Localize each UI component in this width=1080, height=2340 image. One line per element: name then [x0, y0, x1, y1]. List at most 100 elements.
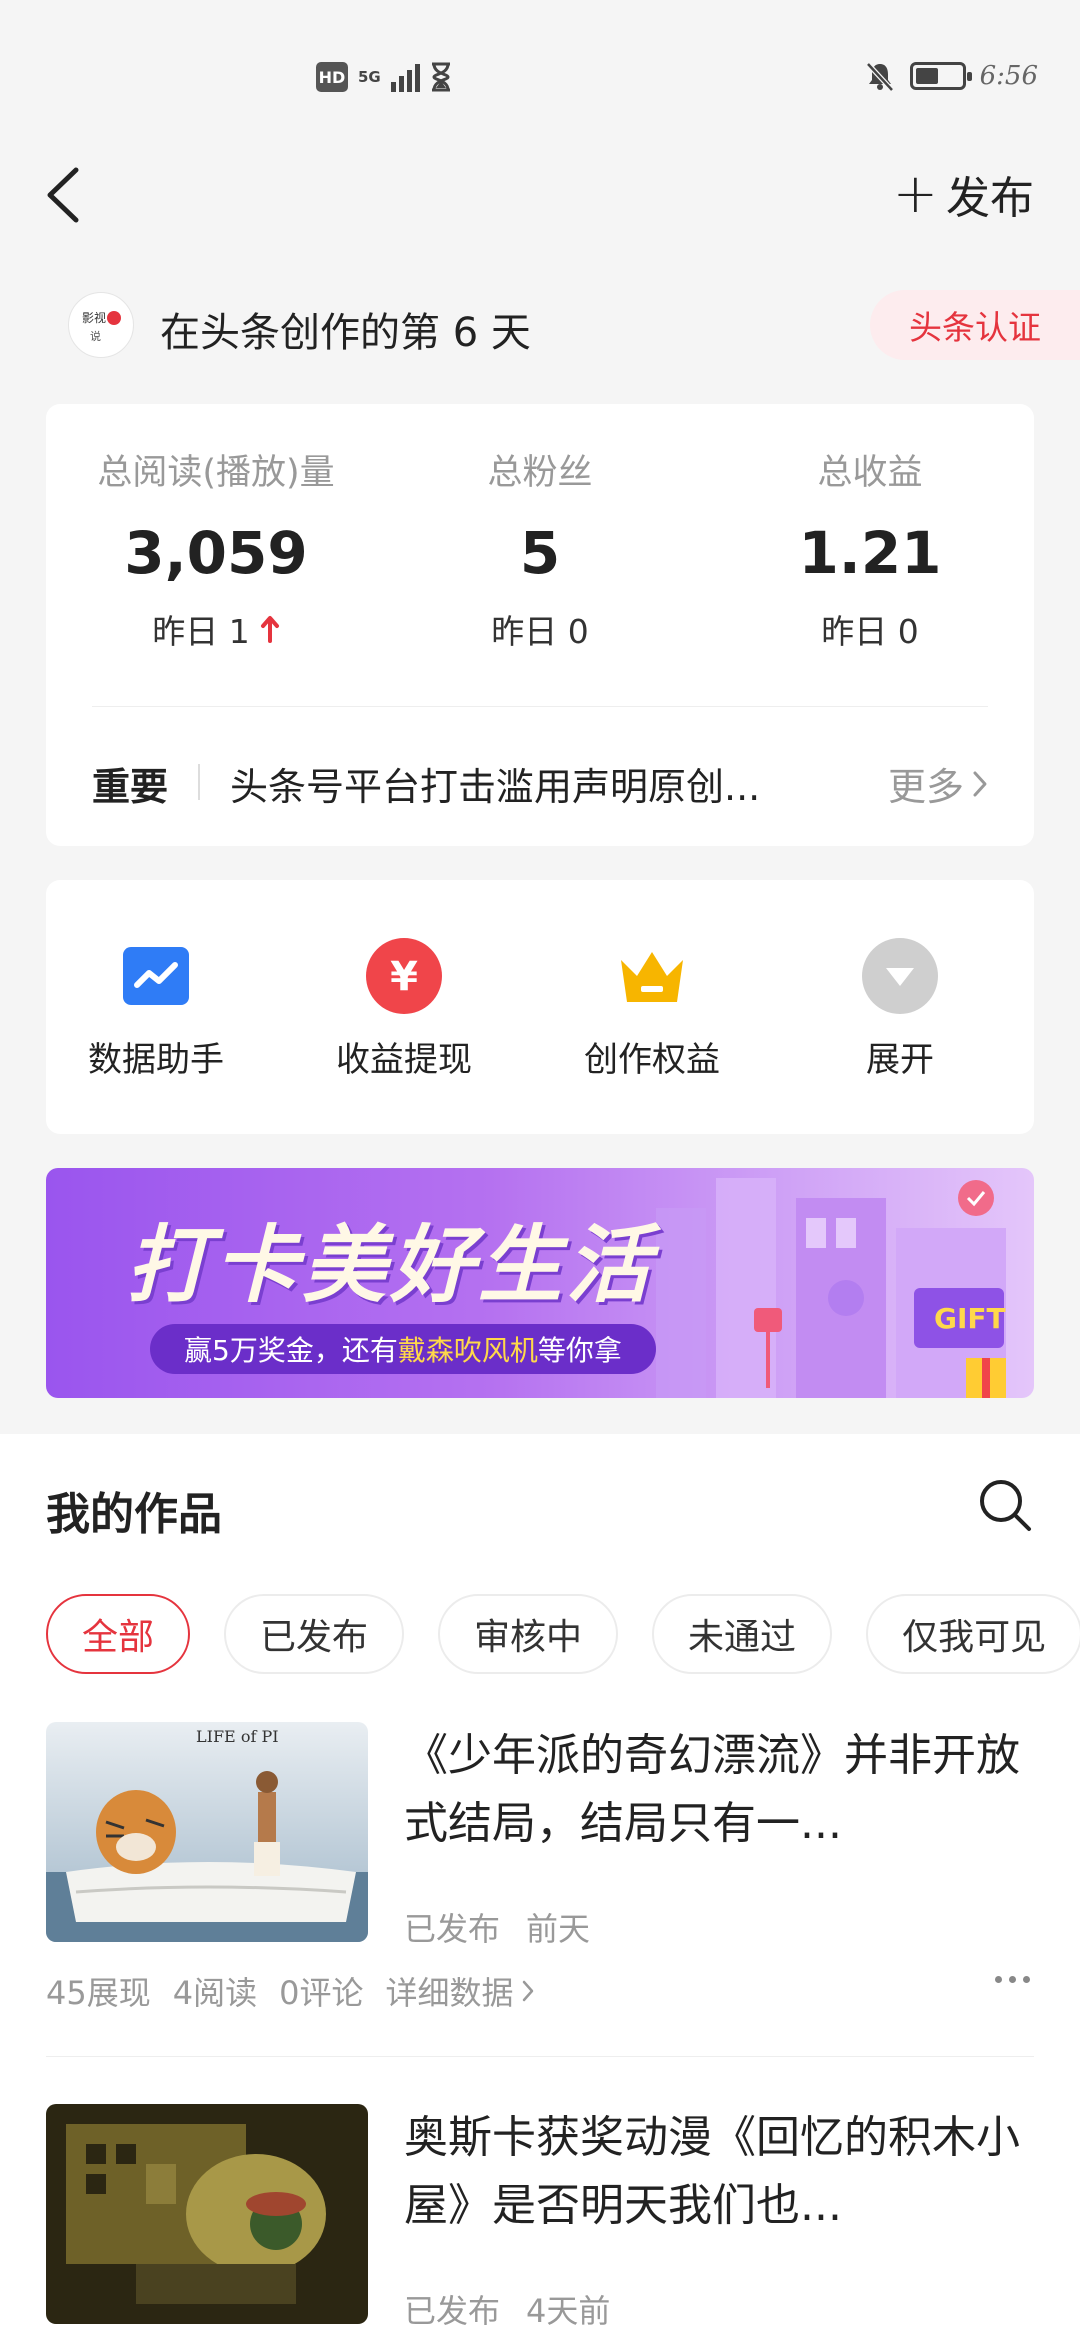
notice-more-link[interactable]: 更多: [888, 756, 990, 811]
banner-subtitle-highlight: 戴森吹风机: [397, 1334, 538, 1367]
back-arrow-icon: [47, 167, 79, 223]
svg-text:说: 说: [90, 329, 101, 343]
filter-rejected[interactable]: 未通过: [652, 1594, 833, 1674]
avatar-logo-icon: 影视 说: [82, 310, 121, 343]
tools-card: 数据助手 ¥ 收益提现 创作权益 展开: [46, 880, 1034, 1134]
notice-text[interactable]: 头条号平台打击滥用声明原创...: [230, 756, 830, 811]
yuan-icon: ¥: [366, 938, 442, 1014]
chart-icon: [118, 938, 194, 1014]
work-status: 已发布: [404, 1910, 501, 1948]
tool-expand[interactable]: 展开: [790, 938, 1010, 1081]
battery-level: [915, 68, 938, 84]
work-thumbnail: LIFE of PI: [46, 1722, 368, 1942]
battery-icon: [909, 62, 972, 90]
bell-muted-icon: [865, 62, 894, 92]
work-meta: 已发布 4天前: [404, 2286, 610, 2332]
banner-title: 打卡美好生活: [126, 1216, 655, 1314]
back-button[interactable]: [40, 160, 90, 230]
filter-published[interactable]: 已发布: [224, 1594, 405, 1674]
status-bar: HD 5G 6:56: [0, 0, 1080, 130]
search-icon: [980, 1480, 1031, 1531]
stat-reads-yesterday: 昨日 1: [152, 612, 250, 651]
filter-tabs: 全部 已发布 审核中 未通过 仅我可见: [46, 1594, 1080, 1674]
work-meta: 已发布 前天: [404, 1904, 590, 1950]
stat-reads[interactable]: 总阅读(播放)量 3,059 昨日 1: [86, 444, 346, 653]
network-type: 5G: [358, 68, 381, 86]
stat-reads-value: 3,059: [124, 519, 308, 587]
work-status: 已发布: [404, 2292, 501, 2330]
clock: 6:56: [979, 61, 1038, 91]
work-time: 4天前: [526, 2292, 611, 2330]
stat-fans-yesterday: 昨日 0: [491, 612, 589, 651]
stat-fans-label: 总粉丝: [487, 453, 593, 493]
works-title: 我的作品: [46, 1489, 222, 1540]
works-search-button[interactable]: [976, 1476, 1034, 1534]
banner-subtitle-post: 等你拿: [537, 1334, 622, 1367]
stat-fans-value: 5: [519, 519, 561, 587]
tool-creator-rights[interactable]: 创作权益: [542, 938, 762, 1081]
work-comments: 0评论: [279, 1974, 364, 2012]
work-thumbnail: [46, 2104, 368, 2324]
stat-fans-sub: 昨日 0: [430, 605, 650, 653]
stat-reads-label: 总阅读(播放)量: [97, 453, 335, 493]
filter-private[interactable]: 仅我可见: [866, 1594, 1080, 1674]
stat-income-sub: 昨日 0: [760, 605, 980, 653]
banner-subtitle: 赢5万奖金，还有 戴森吹风机 等你拿: [150, 1324, 656, 1374]
publish-label: 发布: [946, 173, 1034, 224]
more-options-icon[interactable]: [995, 1976, 1030, 1983]
svg-text:影视: 影视: [82, 310, 106, 325]
stat-fans[interactable]: 总粉丝 5 昨日 0: [430, 444, 650, 653]
banner-subtitle-pre: 赢5万奖金，还有: [184, 1334, 398, 1367]
publish-button[interactable]: + 发布: [893, 162, 1034, 226]
banner-gift-text: GIFT: [934, 1302, 1006, 1335]
works-section: 我的作品 全部 已发布 审核中 未通过 仅我可见 LIFE of PI 《少年派…: [0, 1434, 1080, 2340]
promo-banner[interactable]: GIFT 打卡美好生活 赢5万奖金，还有 戴森吹风机 等你拿: [46, 1168, 1034, 1398]
item-divider: [46, 2056, 1034, 2057]
work-stats: 45展现 4阅读 0评论 详细数据: [46, 1968, 536, 2014]
stat-income-yesterday: 昨日 0: [821, 612, 919, 651]
status-left: HD 5G: [316, 62, 452, 92]
tool-label-data: 数据助手: [88, 1040, 224, 1080]
chevron-right-icon: [973, 771, 987, 796]
verify-badge[interactable]: 头条认证: [870, 290, 1080, 360]
filter-all[interactable]: 全部: [46, 1594, 191, 1674]
work-detail-link[interactable]: 详细数据: [385, 1968, 535, 2014]
notice-separator: [198, 764, 200, 800]
work-title: 奥斯卡获奖动漫《回忆的积木小屋》是否明天我们也...: [404, 2112, 1020, 2231]
hourglass-icon: [431, 62, 450, 92]
work-reads: 4阅读: [172, 1974, 258, 2012]
stat-income[interactable]: 总收益 1.21 昨日 0: [760, 444, 980, 653]
stat-income-value: 1.21: [798, 519, 942, 587]
up-arrow-icon: [260, 616, 279, 643]
tool-label-income: 收益提现: [336, 1040, 472, 1080]
avatar[interactable]: 影视 说: [68, 292, 134, 358]
tool-label-expand: 展开: [866, 1040, 934, 1080]
creator-days-text: 在头条创作的第 6 天: [160, 310, 531, 356]
notice-more-label: 更多: [887, 765, 964, 809]
hd-badge: HD: [316, 62, 348, 92]
work-detail-label: 详细数据: [385, 1974, 514, 2012]
crown-icon: [614, 938, 690, 1014]
tool-income-withdraw[interactable]: ¥ 收益提现: [294, 938, 514, 1081]
status-right: 6:56: [864, 60, 1038, 92]
work-item[interactable]: 奥斯卡获奖动漫《回忆的积木小屋》是否明天我们也... 已发布 4天前: [46, 2104, 1034, 2334]
stat-income-label: 总收益: [817, 453, 923, 493]
stats-card: 总阅读(播放)量 3,059 昨日 1 总粉丝 5 昨日 0 总收益 1.21 …: [46, 404, 1034, 846]
banner-city-illustration: GIFT: [656, 1178, 1006, 1398]
work-item[interactable]: LIFE of PI 《少年派的奇幻漂流》并非开放式结局，结局只有一... 已发…: [46, 1722, 1034, 2012]
work-impressions: 45展现: [46, 1974, 151, 2012]
svg-text:¥: ¥: [390, 954, 418, 1000]
thumb-caption: LIFE of PI: [196, 1727, 279, 1746]
notice-tag: 重要: [92, 765, 169, 809]
tool-data-assistant[interactable]: 数据助手: [46, 938, 266, 1081]
work-time: 前天: [526, 1910, 591, 1948]
filter-reviewing[interactable]: 审核中: [438, 1594, 619, 1674]
card-divider: [92, 706, 988, 707]
tool-label-rights: 创作权益: [584, 1040, 720, 1080]
stat-reads-sub: 昨日 1: [86, 605, 346, 653]
expand-icon: [862, 938, 938, 1014]
signal-icon: [390, 62, 420, 92]
plus-icon: +: [892, 162, 938, 225]
chevron-right-icon: [522, 1980, 533, 2002]
work-title: 《少年派的奇幻漂流》并非开放式结局，结局只有一...: [404, 1730, 1020, 1849]
